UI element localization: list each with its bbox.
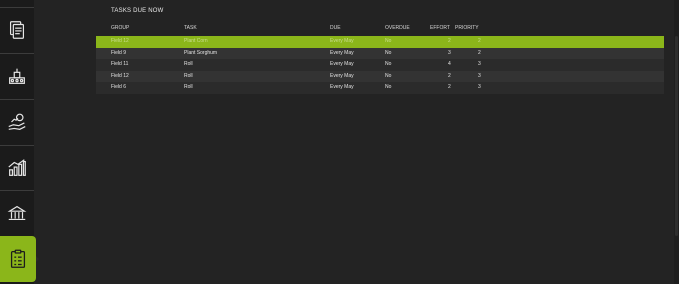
cell-overdue: No bbox=[385, 38, 392, 44]
cell-task: Plant Sorghum bbox=[184, 49, 218, 56]
city-hall-icon bbox=[7, 205, 27, 221]
cell-group: Field 6 bbox=[111, 84, 127, 91]
scrollbar[interactable] bbox=[674, 0, 679, 284]
cell-overdue: No bbox=[385, 84, 392, 91]
cell-priority: 2 bbox=[478, 49, 481, 56]
sidebar-item-finance[interactable] bbox=[0, 100, 34, 144]
clipboard-tasks-icon bbox=[10, 249, 26, 268]
bar-chart-growth-icon bbox=[8, 159, 26, 176]
cell-group: Field 11 bbox=[111, 61, 129, 68]
cell-priority: 3 bbox=[478, 61, 481, 68]
cell-effort: 2 bbox=[448, 84, 451, 91]
table-header: GROUP TASK DUE OVERDUE EFFORT PRIORITY bbox=[96, 22, 664, 36]
cell-effort: 2 bbox=[448, 38, 451, 44]
cell-task: Roll bbox=[184, 61, 193, 68]
cell-group: Field 9 bbox=[111, 49, 127, 56]
documents-icon bbox=[9, 21, 25, 39]
cell-effort: 4 bbox=[448, 61, 451, 68]
hand-coin-icon bbox=[8, 113, 26, 130]
factory-icon bbox=[9, 68, 25, 84]
cell-priority: 2 bbox=[478, 38, 481, 44]
cell-task: Roll bbox=[184, 72, 193, 79]
cell-overdue: No bbox=[385, 49, 392, 56]
cell-priority: 3 bbox=[478, 72, 481, 79]
table-row[interactable]: Field 11 Roll Every May No 4 3 bbox=[96, 59, 664, 71]
cell-due: Every May bbox=[330, 61, 354, 68]
sidebar bbox=[0, 0, 39, 284]
cell-due: Every May bbox=[330, 38, 354, 44]
cell-group: Field 12 bbox=[111, 72, 129, 79]
tasks-table: GROUP TASK DUE OVERDUE EFFORT PRIORITY F… bbox=[96, 22, 664, 94]
sidebar-item-tasks[interactable] bbox=[0, 236, 39, 282]
cell-due: Every May bbox=[330, 72, 354, 79]
cell-due: Every May bbox=[330, 84, 354, 91]
app-window: TASKS DUE NOW GROUP TASK DUE OVERDUE EFF… bbox=[0, 0, 679, 284]
sidebar-item-statistics[interactable] bbox=[0, 146, 34, 190]
page-title: TASKS DUE NOW bbox=[111, 8, 164, 14]
cell-overdue: No bbox=[385, 72, 392, 79]
cell-effort: 3 bbox=[448, 49, 451, 56]
sidebar-item-documents[interactable] bbox=[0, 8, 34, 52]
column-header-overdue[interactable]: OVERDUE bbox=[385, 22, 410, 34]
cell-overdue: No bbox=[385, 61, 392, 68]
column-header-task[interactable]: TASK bbox=[184, 22, 197, 34]
cell-effort: 2 bbox=[448, 72, 451, 79]
column-header-effort[interactable]: EFFORT bbox=[430, 22, 450, 34]
cell-group: Field 12 bbox=[111, 38, 129, 44]
column-header-priority[interactable]: PRIORITY bbox=[455, 22, 479, 34]
table-row[interactable]: Field 12 Plant Corn Every May No 2 2 bbox=[96, 36, 664, 48]
cell-task: Roll bbox=[184, 84, 193, 91]
cell-task: Plant Corn bbox=[184, 38, 208, 44]
scrollbar-thumb[interactable] bbox=[675, 36, 678, 236]
table-row[interactable]: Field 12 Roll Every May No 2 3 bbox=[96, 70, 664, 83]
main-panel: TASKS DUE NOW GROUP TASK DUE OVERDUE EFF… bbox=[34, 0, 679, 284]
table-row[interactable]: Field 9 Plant Sorghum Every May No 3 2 bbox=[96, 47, 664, 60]
sidebar-item-factory[interactable] bbox=[0, 54, 34, 98]
cell-priority: 3 bbox=[478, 84, 481, 91]
sidebar-item-government[interactable] bbox=[0, 191, 34, 235]
cell-due: Every May bbox=[330, 49, 354, 56]
column-header-group[interactable]: GROUP bbox=[111, 22, 129, 34]
table-row[interactable]: Field 6 Roll Every May No 2 3 bbox=[96, 82, 664, 94]
column-header-due[interactable]: DUE bbox=[330, 22, 341, 34]
